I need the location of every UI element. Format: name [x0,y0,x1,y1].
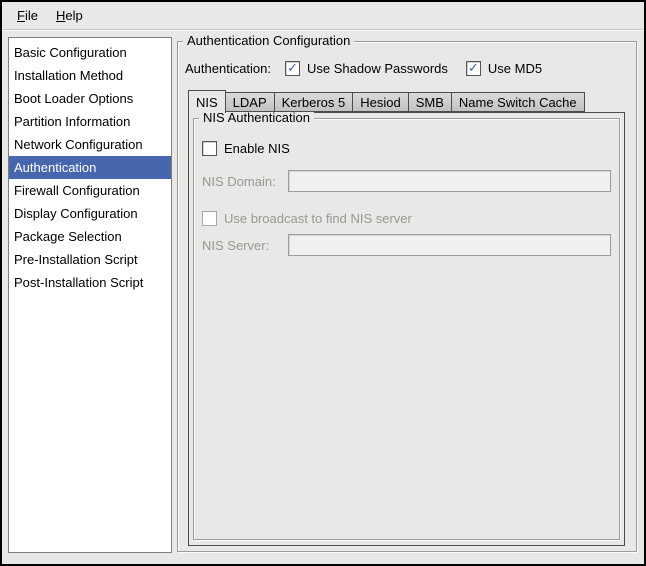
nis-server-input [288,234,611,256]
menubar: File Help [2,2,644,30]
tab-kerberos-5[interactable]: Kerberos 5 [275,92,354,112]
frame-title: Authentication Configuration [183,33,354,49]
sidebar-item-boot-loader-options[interactable]: Boot Loader Options [9,87,171,110]
use-broadcast-label: Use broadcast to find NIS server [224,211,412,226]
enable-nis-checkbox[interactable]: Enable NIS [202,141,290,156]
menu-help-mnemonic: H [56,8,65,23]
nis-tab-panel: NIS Authentication Enable NIS NIS Domain… [188,112,625,546]
authentication-options-row: Authentication: ✓ Use Shadow Passwords ✓… [185,59,542,77]
kickstart-configurator-window: File Help Basic Configuration Installati… [0,0,646,566]
menu-help-label: elp [65,8,82,23]
section-list: Basic Configuration Installation Method … [8,37,172,553]
nis-server-row: NIS Server: [202,234,611,256]
sidebar-item-display-configuration[interactable]: Display Configuration [9,202,171,225]
menu-file-mnemonic: F [17,8,25,23]
tab-ldap[interactable]: LDAP [226,92,275,112]
menu-file[interactable]: File [8,4,47,27]
checkbox-box: ✓ [285,61,300,76]
menu-file-label: ile [25,8,38,23]
tab-name-switch-cache[interactable]: Name Switch Cache [452,92,585,112]
use-broadcast-checkbox: Use broadcast to find NIS server [202,211,412,226]
sidebar-item-installation-method[interactable]: Installation Method [9,64,171,87]
checkbox-box [202,211,217,226]
checkbox-box: ✓ [466,61,481,76]
sidebar-item-firewall-configuration[interactable]: Firewall Configuration [9,179,171,202]
checkbox-box [202,141,217,156]
use-shadow-passwords-checkbox[interactable]: ✓ Use Shadow Passwords [285,61,448,76]
menu-help[interactable]: Help [47,4,92,27]
use-md5-checkbox[interactable]: ✓ Use MD5 [466,61,542,76]
sidebar-item-post-installation-script[interactable]: Post-Installation Script [9,271,171,294]
tab-nis[interactable]: NIS [188,90,226,113]
auth-tabs: NIS LDAP Kerberos 5 Hesiod SMB Name Swit… [188,90,585,112]
enable-nis-label: Enable NIS [224,141,290,156]
sidebar-item-network-configuration[interactable]: Network Configuration [9,133,171,156]
use-md5-label: Use MD5 [488,61,542,76]
nis-authentication-frame: NIS Authentication Enable NIS NIS Domain… [193,118,620,540]
checkmark-icon: ✓ [287,61,298,74]
sidebar-item-partition-information[interactable]: Partition Information [9,110,171,133]
use-shadow-passwords-label: Use Shadow Passwords [307,61,448,76]
nis-domain-label: NIS Domain: [202,174,288,189]
sidebar-item-authentication[interactable]: Authentication [9,156,171,179]
nis-domain-input [288,170,611,192]
sidebar-item-basic-configuration[interactable]: Basic Configuration [9,41,171,64]
tab-smb[interactable]: SMB [409,92,452,112]
checkmark-icon: ✓ [468,61,479,74]
tab-hesiod[interactable]: Hesiod [353,92,408,112]
sidebar-item-package-selection[interactable]: Package Selection [9,225,171,248]
sidebar-item-pre-installation-script[interactable]: Pre-Installation Script [9,248,171,271]
nis-server-label: NIS Server: [202,238,288,253]
nis-domain-row: NIS Domain: [202,170,611,192]
authentication-configuration-frame: Authentication Configuration Authenticat… [177,41,637,552]
authentication-label: Authentication: [185,61,271,76]
